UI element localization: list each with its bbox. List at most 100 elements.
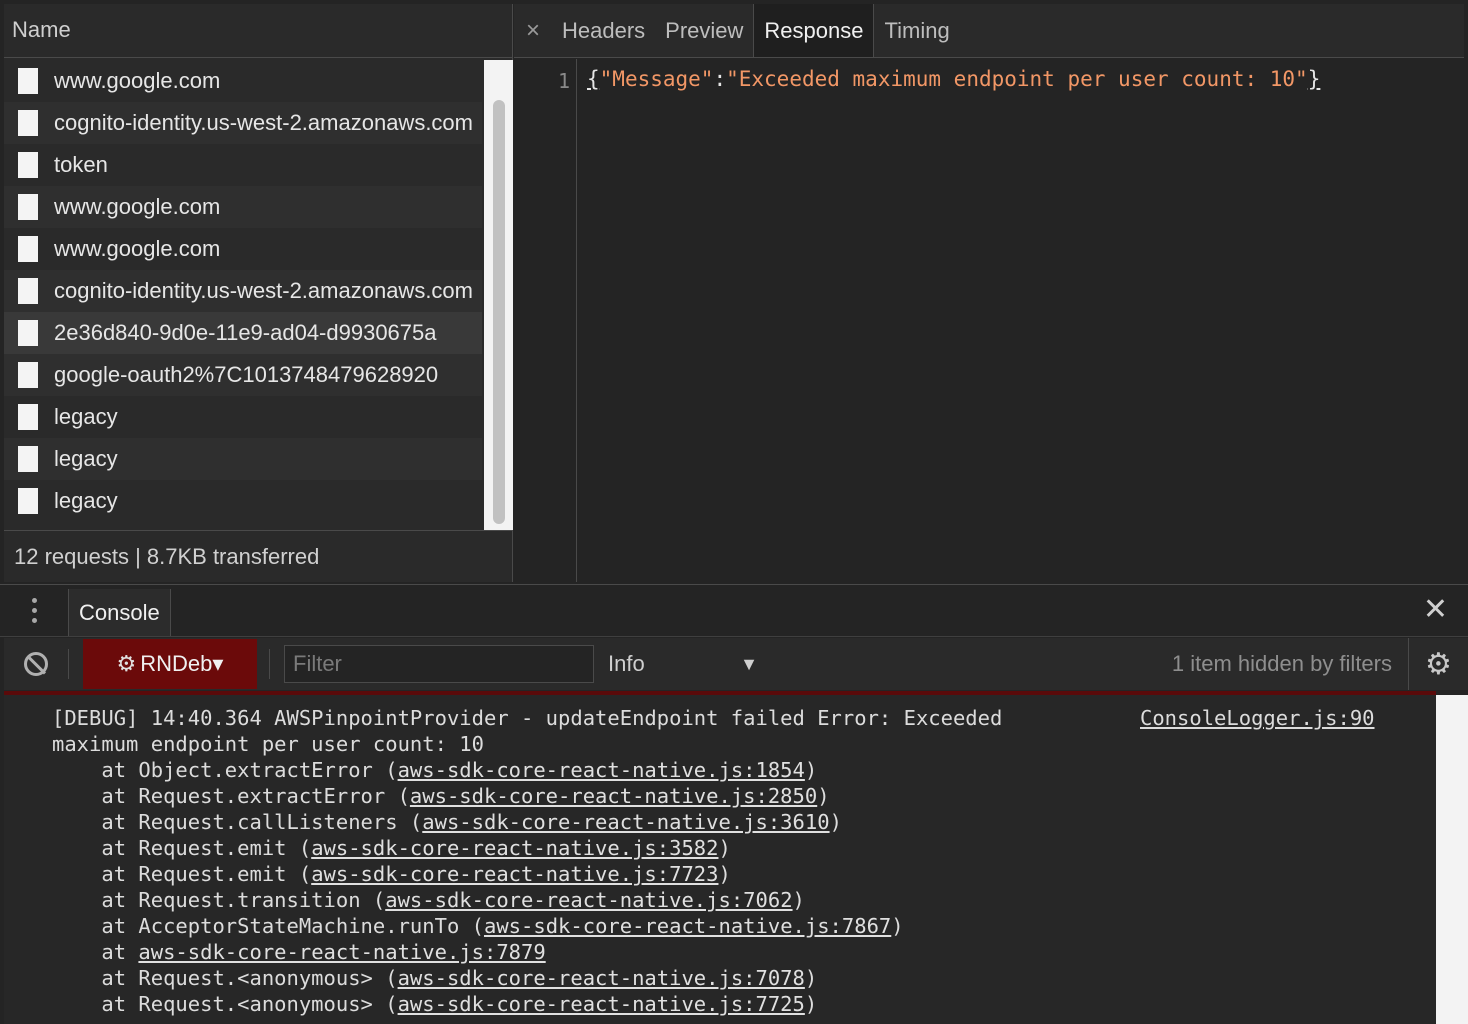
stack-frame-prefix: at Request.<anonymous> ( xyxy=(52,966,398,990)
request-name: www.google.com xyxy=(54,194,221,219)
json-close-brace: } xyxy=(1307,67,1321,91)
stack-frame-link[interactable]: aws-sdk-core-react-native.js:7723 xyxy=(311,862,718,886)
stack-trace: at Object.extractError (aws-sdk-core-rea… xyxy=(52,757,904,1017)
stack-frame-prefix: at Object.extractError ( xyxy=(52,758,398,782)
request-row[interactable]: legacy xyxy=(4,480,482,522)
stack-frame-suffix: ) xyxy=(792,888,805,912)
document-icon xyxy=(18,278,38,304)
request-row[interactable]: token xyxy=(4,144,482,186)
stack-frame: at Request.<anonymous> (aws-sdk-core-rea… xyxy=(52,965,904,991)
json-key: "Message" xyxy=(599,67,714,91)
stack-frame-suffix: ) xyxy=(718,836,731,860)
request-row[interactable]: www.google.com xyxy=(4,228,482,270)
stack-frame-suffix: ) xyxy=(829,810,842,834)
request-row[interactable]: legacy xyxy=(4,396,482,438)
stack-frame-link[interactable]: aws-sdk-core-react-native.js:7879 xyxy=(138,940,545,964)
tab-timing[interactable]: Timing xyxy=(874,4,959,57)
tab-response[interactable]: Response xyxy=(753,4,875,57)
toolbar-divider xyxy=(68,649,69,679)
stack-frame: at Object.extractError (aws-sdk-core-rea… xyxy=(52,757,904,783)
stack-frame: at Request.<anonymous> (aws-sdk-core-rea… xyxy=(52,991,904,1017)
stack-frame-prefix: at Request.transition ( xyxy=(52,888,386,912)
request-row[interactable]: 2e36d840-9d0e-11e9-ad04-d9930675a xyxy=(4,312,482,354)
json-colon: : xyxy=(713,67,727,91)
request-name: legacy xyxy=(54,404,118,429)
stack-frame-link[interactable]: aws-sdk-core-react-native.js:7725 xyxy=(398,992,805,1016)
more-options-icon[interactable] xyxy=(0,585,68,636)
tab-console[interactable]: Console xyxy=(68,589,171,636)
request-name: token xyxy=(54,152,108,177)
stack-frame: at AcceptorStateMachine.runTo (aws-sdk-c… xyxy=(52,913,903,939)
stack-frame-link[interactable]: aws-sdk-core-react-native.js:2850 xyxy=(410,784,817,808)
stack-frame: at aws-sdk-core-react-native.js:7879 xyxy=(52,939,904,965)
clear-console-icon[interactable] xyxy=(4,652,68,676)
log-source-link[interactable]: ConsoleLogger.js:90 xyxy=(1140,705,1375,731)
document-icon xyxy=(18,194,38,220)
name-column-header[interactable]: Name xyxy=(4,4,512,58)
stack-frame: at Request.transition (aws-sdk-core-reac… xyxy=(52,887,904,913)
chevron-down-icon: ▼ xyxy=(740,653,758,674)
request-name: legacy xyxy=(54,488,118,513)
stack-frame: at Request.callListeners (aws-sdk-core-r… xyxy=(52,809,904,835)
stack-frame-link[interactable]: aws-sdk-core-react-native.js:3610 xyxy=(422,810,829,834)
stack-frame-link[interactable]: aws-sdk-core-react-native.js:3582 xyxy=(311,836,718,860)
stack-frame-link[interactable]: aws-sdk-core-react-native.js:7867 xyxy=(484,914,891,938)
console-drawer: Console ✕ ⚙ RNDeb▾ Info ▼ 1 item hidden … xyxy=(0,584,1468,1024)
network-panel: Name www.google.com cognito-identity.us-w… xyxy=(0,0,1468,584)
gear-icon: ⚙ xyxy=(116,651,137,676)
request-name: www.google.com xyxy=(54,68,221,93)
request-list: www.google.com cognito-identity.us-west-2… xyxy=(4,60,482,530)
document-icon xyxy=(18,362,38,388)
request-details-pane: × Headers Preview Response Timing 1 {"Messa… xyxy=(514,4,1464,582)
stack-frame-suffix: ) xyxy=(817,784,830,808)
toolbar-divider xyxy=(269,649,270,679)
context-label: RNDeb▾ xyxy=(140,651,224,676)
stack-frame-prefix: at Request.emit ( xyxy=(52,836,312,860)
log-level-value: Info xyxy=(608,651,645,676)
request-name: legacy xyxy=(54,446,118,471)
document-icon xyxy=(18,404,38,430)
hidden-items-indicator: 1 item hidden by filters xyxy=(1171,651,1392,676)
stack-frame-link[interactable]: aws-sdk-core-react-native.js:7078 xyxy=(398,966,805,990)
request-row[interactable]: legacy xyxy=(4,438,482,480)
request-row[interactable]: cognito-identity.us-west-2.amazonaws.com xyxy=(4,102,482,144)
request-row[interactable]: google-oauth2%7C1013748479628920 xyxy=(4,354,482,396)
request-row[interactable]: cognito-identity.us-west-2.amazonaws.com xyxy=(4,270,482,312)
document-icon xyxy=(18,320,38,346)
drawer-tabbar: Console ✕ xyxy=(0,585,1468,637)
request-row[interactable]: www.google.com xyxy=(4,60,482,102)
stack-frame-link[interactable]: aws-sdk-core-react-native.js:7062 xyxy=(385,888,792,912)
stack-frame-prefix: at xyxy=(52,940,139,964)
request-name: google-oauth2%7C1013748479628920 xyxy=(54,362,439,387)
tab-headers[interactable]: Headers xyxy=(552,4,655,57)
stack-frame-suffix: ) xyxy=(804,758,818,782)
settings-gear-icon[interactable]: ⚙ xyxy=(1408,638,1468,690)
request-row[interactable]: www.google.com xyxy=(4,186,482,228)
json-value: "Exceeded maximum endpoint per user coun… xyxy=(726,67,1308,91)
stack-frame-link[interactable]: aws-sdk-core-react-native.js:1854 xyxy=(398,758,805,782)
stack-frame: at Request.emit (aws-sdk-core-react-nati… xyxy=(52,835,904,861)
network-status-summary: 12 requests | 8.7KB transferred xyxy=(4,530,512,582)
console-scrollbar[interactable] xyxy=(1436,695,1468,1024)
document-icon xyxy=(18,152,38,178)
request-list-scrollbar[interactable] xyxy=(484,60,513,530)
context-selector[interactable]: ⚙ RNDeb▾ xyxy=(83,639,257,689)
response-body[interactable]: {"Message":"Exceeded maximum endpoint pe… xyxy=(577,59,1320,582)
stack-frame-suffix: ) xyxy=(804,992,818,1016)
console-toolbar: ⚙ RNDeb▾ Info ▼ 1 item hidden by filters… xyxy=(4,638,1468,690)
json-open-brace: { xyxy=(587,67,600,91)
stack-frame-prefix: at AcceptorStateMachine.runTo ( xyxy=(52,914,484,938)
stack-frame: at Request.extractError (aws-sdk-core-re… xyxy=(52,783,904,809)
log-level-select[interactable]: Info ▼ xyxy=(608,651,758,677)
document-icon xyxy=(18,446,38,472)
tab-preview[interactable]: Preview xyxy=(655,4,753,57)
scrollbar-thumb[interactable] xyxy=(493,100,505,524)
log-message: [DEBUG] 14:40.364 AWSPinpointProvider - … xyxy=(52,706,1015,756)
close-drawer-icon[interactable]: ✕ xyxy=(1423,595,1448,625)
close-details-icon[interactable]: × xyxy=(514,4,552,57)
line-number: 1 xyxy=(514,59,577,582)
request-name: 2e36d840-9d0e-11e9-ad04-d9930675a xyxy=(54,320,437,345)
stack-frame: at Request.emit (aws-sdk-core-react-nati… xyxy=(52,861,904,887)
filter-input[interactable] xyxy=(284,645,594,683)
stack-frame-suffix: ) xyxy=(718,862,731,886)
